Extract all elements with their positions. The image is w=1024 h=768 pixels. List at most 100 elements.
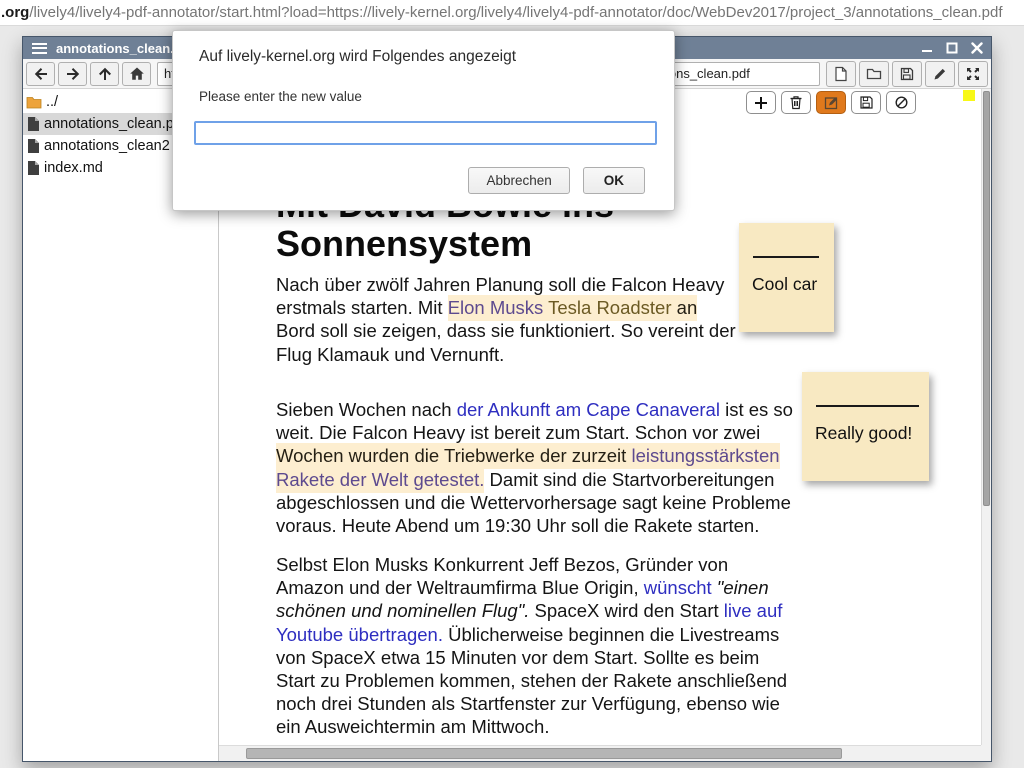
pdf-text: von SpaceX etwa 15 Minuten vor dem Start…	[276, 647, 759, 668]
save-annotations-button[interactable]	[851, 91, 881, 114]
close-button[interactable]	[969, 40, 985, 56]
pdf-text: ist es so	[720, 399, 793, 420]
edit-icon	[932, 66, 948, 82]
sticky-note[interactable]: Cool car	[739, 223, 834, 332]
pdf-text-line: Rakete der Welt getestet. Damit sind die…	[276, 468, 793, 491]
pdf-text: Start zu Problemen kommen, stehen der Ra…	[276, 670, 787, 691]
highlight-mode-button[interactable]	[816, 91, 846, 114]
pdf-text-line: Nach über zwölf Jahren Planung soll die …	[276, 273, 736, 296]
pdf-highlighted-link[interactable]: leistungsstärksten	[631, 443, 779, 469]
pdf-text: Damit sind die Startvorbereitungen	[484, 469, 774, 490]
pdf-text: Sieben Wochen nach	[276, 399, 457, 420]
new-file-icon	[833, 66, 849, 82]
cancel-mode-icon	[894, 95, 909, 110]
pdf-text-line: voraus. Heute Abend um 19:30 Uhr soll di…	[276, 514, 793, 537]
ok-button[interactable]: OK	[583, 167, 645, 194]
file-icon	[26, 138, 40, 154]
dialog-title: Auf lively-kernel.org wird Folgendes ang…	[199, 48, 516, 66]
pdf-text: Nach über zwölf Jahren Planung soll die …	[276, 274, 724, 295]
pdf-link[interactable]: wünscht	[644, 577, 712, 598]
cancel-button[interactable]: Abbrechen	[468, 167, 569, 194]
minimize-button[interactable]	[919, 40, 935, 56]
file-icon	[26, 160, 40, 176]
highlight-mode-icon	[824, 95, 839, 110]
pdf-italic-text: schönen und nominellen Flug".	[276, 600, 529, 621]
js-prompt-dialog: Auf lively-kernel.org wird Folgendes ang…	[172, 30, 675, 211]
pdf-text-line: Flug Klamauk und Vernunft.	[276, 343, 736, 366]
hamburger-icon[interactable]	[32, 43, 47, 54]
url-domain-suffix: .org	[1, 4, 29, 21]
file-list-item-label: annotations_clean.p	[44, 116, 174, 132]
expand-button[interactable]	[958, 61, 988, 87]
pdf-text: SpaceX wird den Start	[529, 600, 723, 621]
sticky-note-divider	[816, 405, 919, 407]
pdf-text-line: Youtube übertragen. Üblicherweise beginn…	[276, 623, 787, 646]
file-list-item-label: annotations_clean2	[44, 138, 170, 154]
vertical-scrollbar[interactable]	[981, 89, 991, 745]
yellow-marker	[963, 90, 975, 101]
pdf-text-line: schönen und nominellen Flug". SpaceX wir…	[276, 599, 787, 622]
open-folder-icon	[866, 66, 882, 82]
add-annotation-icon	[754, 96, 768, 110]
pdf-text: Bord soll sie zeigen, dass sie funktioni…	[276, 320, 736, 341]
maximize-button[interactable]	[944, 40, 960, 56]
pdf-highlighted-link[interactable]: Rakete der Welt getestet.	[276, 467, 484, 493]
up-button[interactable]	[90, 62, 119, 86]
maximize-icon	[946, 42, 958, 54]
pdf-link[interactable]: der Ankunft am Cape Canaveral	[457, 399, 720, 420]
pdf-highlighted-text[interactable]: Wochen wurden die Triebwerke der zurzeit	[276, 443, 631, 469]
pdf-highlighted-text[interactable]: an	[672, 295, 698, 321]
file-list-item-label: ../	[46, 94, 58, 110]
new-file-button[interactable]	[826, 61, 856, 87]
pdf-text: Amazon und der Weltraumfirma Blue Origin…	[276, 577, 644, 598]
save-file-button[interactable]	[892, 61, 922, 87]
pdf-text-line: Start zu Problemen kommen, stehen der Ra…	[276, 669, 787, 692]
edit-button[interactable]	[925, 61, 955, 87]
pdf-text: Üblicherweise beginnen die Livestreams	[443, 624, 779, 645]
browser-address-text[interactable]: .org/lively4/lively4-pdf-annotator/start…	[0, 0, 1024, 26]
back-icon	[33, 66, 49, 82]
pdf-text: abgeschlossen und die Wettervorhersage s…	[276, 492, 791, 513]
pdf-text-line: erstmals starten. Mit Elon Musks Tesla R…	[276, 296, 736, 319]
vertical-scrollbar-thumb[interactable]	[983, 91, 990, 506]
pdf-highlighted-link[interactable]: Elon Musks	[448, 295, 544, 321]
horizontal-scrollbar[interactable]	[219, 745, 981, 761]
cancel-mode-button[interactable]	[886, 91, 916, 114]
pdf-highlighted-text[interactable]: Tesla Roadster	[543, 295, 671, 321]
up-icon	[97, 66, 113, 82]
url-path: /lively4/lively4-pdf-annotator/start.htm…	[29, 4, 1002, 21]
pdf-paragraph: Sieben Wochen nach der Ankunft am Cape C…	[276, 398, 793, 537]
folder-icon	[26, 95, 42, 109]
pdf-italic-text: "einen	[712, 577, 769, 598]
delete-annotation-icon	[789, 95, 803, 110]
save-annotations-icon	[859, 95, 874, 110]
file-icon	[26, 116, 40, 132]
pdf-text: ein Ausweichtermin am Mittwoch.	[276, 716, 550, 737]
add-annotation-button[interactable]	[746, 91, 776, 114]
save-icon	[899, 66, 915, 82]
dialog-value-input[interactable]	[194, 121, 657, 145]
expand-icon	[965, 66, 981, 82]
heading-line-2: Sonnensystem	[276, 224, 614, 263]
delete-annotation-button[interactable]	[781, 91, 811, 114]
sticky-note[interactable]: Really good!	[802, 372, 929, 481]
pdf-link[interactable]: Youtube übertragen.	[276, 624, 443, 645]
pdf-text-line: Sieben Wochen nach der Ankunft am Cape C…	[276, 398, 793, 421]
sticky-note-text[interactable]: Cool car	[752, 274, 834, 295]
pdf-paragraph: Nach über zwölf Jahren Planung soll die …	[276, 273, 736, 366]
horizontal-scrollbar-thumb[interactable]	[246, 748, 842, 759]
pdf-link[interactable]: live auf	[724, 600, 783, 621]
home-button[interactable]	[122, 62, 151, 86]
sticky-note-text[interactable]: Really good!	[815, 423, 929, 444]
pdf-text-line: noch drei Stunden als Startfenster zur V…	[276, 692, 787, 715]
back-button[interactable]	[26, 62, 55, 86]
home-icon	[129, 66, 145, 82]
pdf-text-line: Amazon und der Weltraumfirma Blue Origin…	[276, 576, 787, 599]
pdf-text: Selbst Elon Musks Konkurrent Jeff Bezos,…	[276, 554, 728, 575]
pdf-text-line: weit. Die Falcon Heavy ist bereit zum St…	[276, 421, 793, 444]
forward-button[interactable]	[58, 62, 87, 86]
pdf-text: erstmals starten. Mit	[276, 297, 448, 318]
sticky-note-divider	[753, 256, 819, 258]
minimize-icon	[921, 42, 933, 54]
open-folder-button[interactable]	[859, 61, 889, 87]
